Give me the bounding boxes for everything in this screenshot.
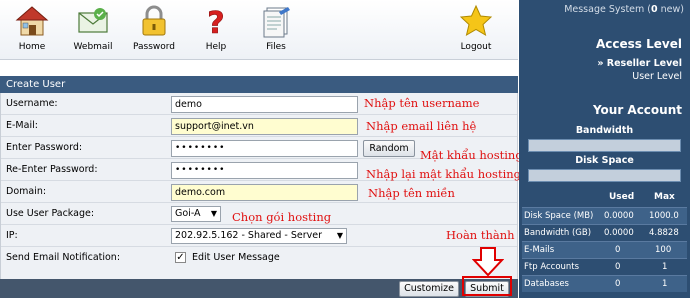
toolbar-password[interactable]: Password <box>124 4 184 52</box>
toolbar-webmail[interactable]: Webmail <box>63 4 123 52</box>
reseller-level-link[interactable]: » Reseller Level <box>597 58 682 69</box>
top-toolbar: Home Webmail Password ? Help Files Logou… <box>0 0 518 60</box>
email-label: E-Mail: <box>6 120 38 131</box>
message-system-prefix: Message System ( <box>564 4 651 15</box>
annotation-reenter: Nhập lại mật khẩu hosting <box>366 167 522 181</box>
notify-checkbox[interactable]: ✓ <box>175 252 186 263</box>
message-count: 0 <box>651 4 658 15</box>
document-icon <box>263 7 290 38</box>
padlock-icon <box>142 5 166 36</box>
toolbar-help[interactable]: ? Help <box>186 4 246 52</box>
stat-max: 1 <box>662 262 668 272</box>
toolbar-home-label: Home <box>18 42 46 52</box>
random-button[interactable]: Random <box>363 140 415 157</box>
stat-used: 0 <box>615 279 621 289</box>
question-icon: ? <box>207 6 225 38</box>
your-account-title: Your Account <box>592 103 682 117</box>
disk-space-label: Disk Space <box>575 155 634 166</box>
package-label: Use User Package: <box>6 208 95 219</box>
red-arrow-icon <box>472 247 504 277</box>
account-stats-table: Used Max Disk Space (MB) 0.0000 1000.0 B… <box>522 192 687 292</box>
stat-max: 4.8828 <box>649 228 679 238</box>
stat-name: Disk Space (MB) <box>524 211 594 221</box>
table-row: Ftp Accounts 0 1 <box>522 258 687 275</box>
used-column-header: Used <box>609 192 635 202</box>
reenter-password-label: Re-Enter Password: <box>6 164 98 175</box>
panel-title: Create User <box>0 76 518 93</box>
table-row: E-Mails 0 100 <box>522 241 687 258</box>
username-label: Username: <box>6 98 58 109</box>
ip-label: IP: <box>6 230 18 241</box>
stat-name: Bandwidth (GB) <box>524 228 592 238</box>
notify-row: Send Email Notification: ✓ Edit User Mes… <box>1 247 517 279</box>
stat-used: 0 <box>615 262 621 272</box>
annotation-password: Mật khẩu hosting <box>420 148 523 162</box>
envelope-icon <box>78 8 108 33</box>
annotation-domain: Nhập tên miền <box>368 186 455 200</box>
chevron-down-icon: ▼ <box>336 231 343 240</box>
message-system-suffix: new) <box>657 4 684 15</box>
bandwidth-bar <box>528 139 681 152</box>
submit-highlight-box <box>462 276 512 296</box>
chevron-down-icon: ▼ <box>210 209 217 218</box>
stat-used: 0.0000 <box>604 228 634 238</box>
stat-used: 0 <box>615 245 621 255</box>
ip-row: IP: 202.92.5.162 - Shared - Server ▼ <box>1 225 517 247</box>
toolbar-files-label: Files <box>266 42 286 52</box>
stat-max: 1000.0 <box>649 211 679 221</box>
house-icon <box>15 6 49 36</box>
toolbar-home[interactable]: Home <box>2 4 62 52</box>
username-input[interactable]: demo <box>171 96 358 113</box>
stat-max: 100 <box>655 245 672 255</box>
toolbar-help-label: Help <box>205 42 227 52</box>
toolbar-files[interactable]: Files <box>246 4 306 52</box>
annotation-email: Nhập email liên hệ <box>366 119 477 133</box>
toolbar-webmail-label: Webmail <box>73 42 113 52</box>
ip-select[interactable]: 202.92.5.162 - Shared - Server ▼ <box>171 228 347 244</box>
stats-header: Used Max <box>522 192 687 208</box>
stat-name: Ftp Accounts <box>524 262 580 272</box>
annotation-package: Chọn gói hosting <box>232 210 332 224</box>
toolbar-password-label: Password <box>132 42 176 52</box>
edit-user-message-link[interactable]: Edit User Message <box>192 252 280 263</box>
password-label: Enter Password: <box>6 142 83 153</box>
star-icon <box>459 4 493 37</box>
domain-label: Domain: <box>6 186 47 197</box>
svg-text:?: ? <box>207 6 224 38</box>
table-row: Disk Space (MB) 0.0000 1000.0 <box>522 207 687 224</box>
annotation-done: Hoàn thành <box>446 228 515 242</box>
user-level-link[interactable]: User Level <box>632 71 682 82</box>
annotation-username: Nhập tên username <box>364 96 480 110</box>
notify-label: Send Email Notification: <box>6 252 121 263</box>
toolbar-logout[interactable]: Logout <box>446 4 506 52</box>
stat-used: 0.0000 <box>604 211 634 221</box>
domain-input[interactable]: demo.com <box>171 184 358 201</box>
stat-name: E-Mails <box>524 245 555 255</box>
toolbar-logout-label: Logout <box>460 42 492 52</box>
email-input[interactable]: support@inet.vn <box>171 118 358 135</box>
form-footer: Customize Submit <box>0 279 518 298</box>
reenter-password-input[interactable]: •••••••• <box>171 162 358 179</box>
table-row: Bandwidth (GB) 0.0000 4.8828 <box>522 224 687 241</box>
package-select-value: Goi-A <box>175 208 201 219</box>
right-sidebar: Message System (0 new) Access Level » Re… <box>519 0 690 298</box>
stat-max: 1 <box>662 279 668 289</box>
message-system[interactable]: Message System (0 new) <box>564 4 684 15</box>
ip-select-value: 202.92.5.162 - Shared - Server <box>175 230 322 241</box>
stat-name: Databases <box>524 279 569 289</box>
access-level-title: Access Level <box>596 37 682 51</box>
customize-button[interactable]: Customize <box>399 281 459 297</box>
table-row: Databases 0 1 <box>522 275 687 292</box>
password-input[interactable]: •••••••• <box>171 140 358 157</box>
package-select[interactable]: Goi-A ▼ <box>171 206 221 222</box>
bandwidth-label: Bandwidth <box>575 125 634 136</box>
disk-space-bar <box>528 169 681 182</box>
max-column-header: Max <box>654 192 675 202</box>
